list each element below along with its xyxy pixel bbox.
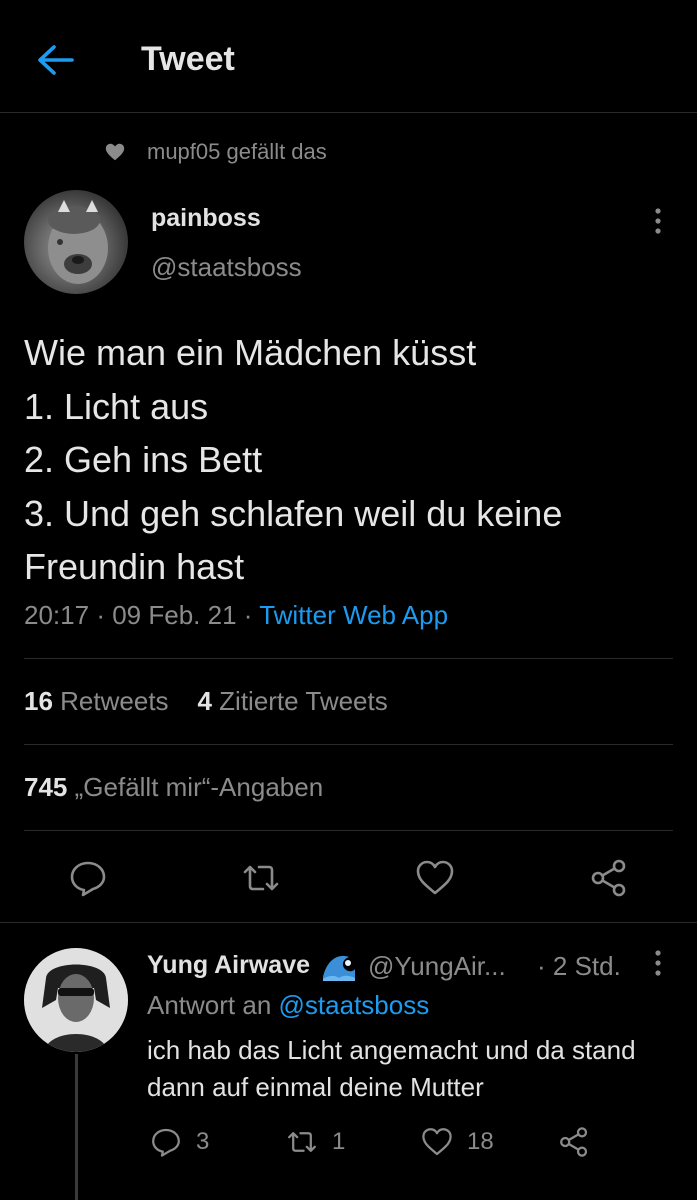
reply-button[interactable] [68,858,108,898]
more-options-button[interactable] [646,206,670,236]
likes-stat[interactable]: 745 „Gefällt mir“-Angaben [24,772,323,803]
likes-label: „Gefällt mir“-Angaben [74,772,324,802]
back-button[interactable] [36,42,76,78]
water-wave-icon [321,951,357,981]
quotes-stat[interactable]: 4 Zitierte Tweets [197,686,387,716]
author-avatar[interactable] [24,190,128,294]
reply-retweet-button[interactable]: 1 [286,1126,345,1158]
reply-icon [70,861,106,897]
tweet-meta: 20:17 · 09 Feb. 21 · Twitter Web App [24,600,448,631]
arrow-left-icon [38,45,74,75]
more-vertical-icon [655,208,661,234]
replying-to-handle[interactable]: @staatsboss [279,990,430,1020]
more-vertical-icon [655,950,661,976]
author-display-name[interactable]: painboss [151,204,261,233]
reply-reply-button[interactable]: 3 [150,1126,209,1158]
like-button[interactable] [415,858,455,898]
avatar-image [24,948,128,1052]
stats-row: 16 Retweets 4 Zitierte Tweets [24,686,388,717]
reply-icon [152,1128,180,1157]
avatar-image [48,200,108,284]
meta-separator: · [96,600,105,630]
reply-text: ich hab das Licht angemacht und da stand… [147,1035,636,1102]
heart-outline-icon [416,860,454,895]
thread-connector [75,1054,78,1200]
retweets-label: Retweets [60,686,169,716]
share-icon [560,1127,588,1157]
reply-likes-count: 18 [467,1128,494,1155]
reply-replies-count: 3 [196,1128,210,1155]
retweet-icon [243,865,279,891]
social-context-text[interactable]: mupf05 gefällt das [147,139,327,165]
divider [24,830,673,831]
share-button[interactable] [589,858,629,898]
reply-time: · 2 Std. [537,951,621,981]
page-title: Tweet [141,40,235,78]
reply-like-button[interactable]: 18 [421,1126,494,1158]
quotes-label: Zitierte Tweets [219,686,388,716]
replying-to: Antwort an @staatsboss [147,990,429,1021]
tweet-date: 09 Feb. 21 [112,600,237,630]
meta-separator: · [243,600,253,630]
reply-share-button[interactable] [558,1126,590,1158]
reply-author-name[interactable]: Yung Airwave [147,951,310,980]
reply-author-handle[interactable]: @YungAir... [368,951,506,982]
reply-retweets-count: 1 [332,1128,346,1155]
retweet-icon [288,1132,316,1152]
retweets-count: 16 [24,686,53,716]
reply-more-options-button[interactable] [646,948,670,978]
share-icon [591,859,626,897]
header-divider [0,112,697,113]
quotes-count: 4 [197,686,212,716]
tweet-source-link[interactable]: Twitter Web App [259,600,448,630]
heart-icon [104,141,126,163]
divider [24,658,673,659]
tweet-text: Wie man ein Mädchen küsst 1. Licht aus 2… [24,332,563,587]
retweets-stat[interactable]: 16 Retweets [24,686,169,716]
reply-author-avatar[interactable] [24,948,128,1052]
divider [0,922,697,923]
tweet-time: 20:17 [24,600,90,630]
likes-count: 745 [24,772,68,802]
replying-to-prefix: Antwort an [147,990,272,1020]
retweet-button[interactable] [241,858,281,898]
divider [24,744,673,745]
author-handle[interactable]: @staatsboss [151,252,302,283]
heart-outline-icon [422,1128,452,1156]
